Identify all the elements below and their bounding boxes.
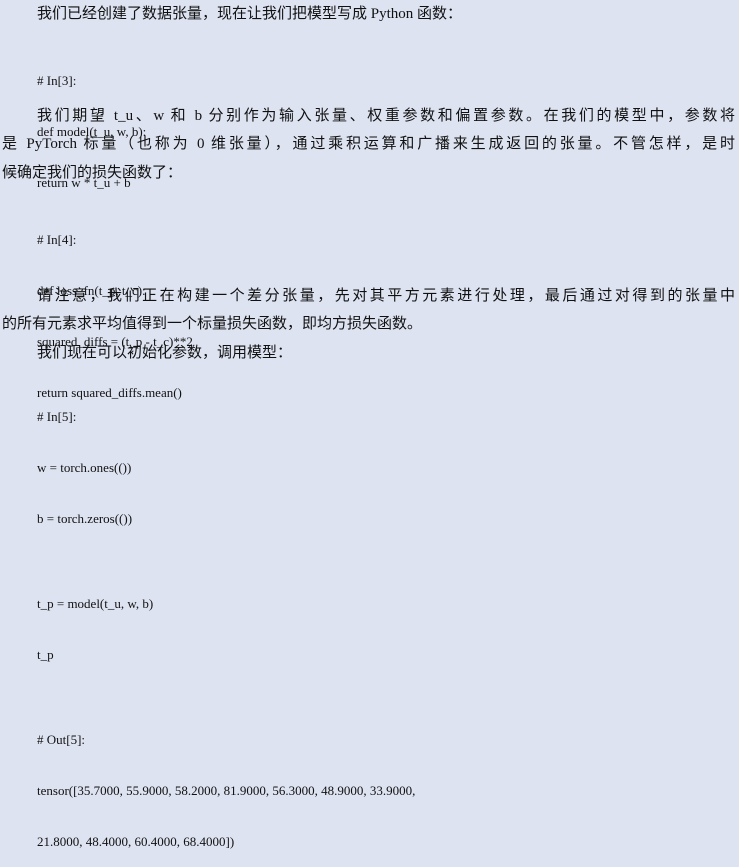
code-line: t_p = model(t_u, w, b) — [37, 596, 154, 611]
text-line: 我们现在可以初始化参数，调用模型： — [37, 345, 293, 361]
text-line: 我们已经创建了数据张量，现在让我们把模型写成 Python 函数： — [37, 6, 463, 22]
code-line: w = torch.ones(()) — [37, 460, 132, 475]
text-line: 我们期望 t_u、w 和 b 分别作为输入张量、权重参数和偏置参数。在我们的模型… — [37, 108, 735, 124]
code-line: # In[3]: — [37, 73, 77, 88]
code-line: tensor([35.7000, 55.9000, 58.2000, 81.90… — [37, 783, 416, 798]
text-line: 候确定我们的损失函数了： — [2, 165, 183, 181]
code-line: # Out[5]: — [37, 732, 86, 747]
code-line: # In[5]: — [37, 409, 77, 424]
text-line: 请注意，我们正在构建一个差分张量，先对其平方元素进行处理，最后通过对得到的张量中 — [37, 288, 735, 304]
code-line: b = torch.zeros(()) — [37, 511, 133, 526]
code-block-in5: # In[5]: w = torch.ones(()) b = torch.ze… — [37, 374, 415, 867]
code-line: # In[4]: — [37, 232, 77, 247]
code-line: 21.8000, 48.4000, 60.4000, 68.4000]) — [37, 834, 235, 849]
code-line: t_p — [37, 647, 54, 662]
text-line: 是 PyTorch 标量（也称为 0 维张量），通过乘积运算和广播来生成返回的张… — [2, 136, 735, 152]
text-line: 的所有元素求平均值得到一个标量损失函数，即均方损失函数。 — [2, 316, 423, 332]
